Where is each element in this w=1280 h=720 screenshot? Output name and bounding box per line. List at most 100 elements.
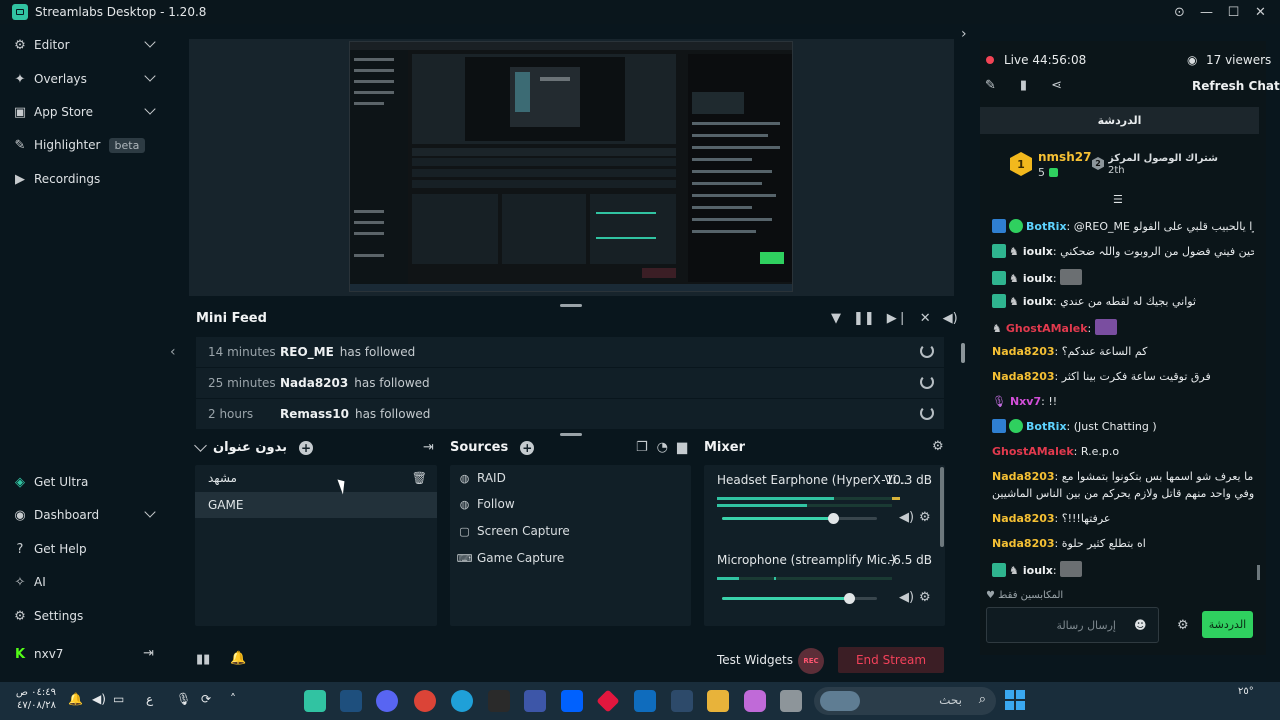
sidebar-item-overlays[interactable]: ✦ Overlays bbox=[0, 64, 170, 94]
taskbar-clock[interactable]: ٠٤:٤٩ ص ٤٧/٠٨/٢٨ bbox=[14, 686, 56, 712]
filter-icon[interactable]: ▼ bbox=[831, 311, 841, 326]
chat-username[interactable]: ioulx bbox=[1023, 295, 1053, 308]
speaker-icon[interactable]: ◀) bbox=[899, 590, 914, 605]
outlook-taskbar-icon[interactable] bbox=[634, 690, 656, 712]
sidebar-item-recordings[interactable]: ▶ Recordings bbox=[0, 164, 170, 194]
sidebar-item-highlighter[interactable]: ✎ Highlighter beta bbox=[0, 130, 170, 160]
tray-overflow-icon[interactable]: ˄ bbox=[230, 692, 236, 706]
sidebar-item-editor[interactable]: ⚙ Editor bbox=[0, 30, 170, 60]
mic-tray-icon[interactable]: 🎙 bbox=[176, 692, 191, 706]
chat-username[interactable]: ioulx bbox=[1023, 564, 1053, 577]
resize-handle[interactable] bbox=[560, 304, 582, 307]
edge-taskbar-icon[interactable] bbox=[451, 690, 473, 712]
sidebar-item-get-ultra[interactable]: ◈ Get Ultra bbox=[0, 467, 170, 497]
chat-scrollbar[interactable] bbox=[1257, 565, 1260, 580]
scene-item-selected[interactable]: GAME bbox=[195, 492, 437, 518]
logout-icon[interactable]: ⇥ bbox=[143, 646, 154, 661]
sidebar-item-get-help[interactable]: ? Get Help bbox=[0, 534, 170, 564]
add-source-icon[interactable]: + bbox=[520, 440, 535, 455]
volume-slider-knob[interactable] bbox=[844, 593, 855, 604]
help-icon[interactable]: ⊙ bbox=[1166, 0, 1193, 24]
dropbox-taskbar-icon[interactable] bbox=[561, 690, 583, 712]
windows-start-icon[interactable] bbox=[1005, 690, 1025, 710]
performance-icon[interactable]: ▮▮ bbox=[196, 652, 210, 667]
scene-collection-title[interactable]: بدون عنوان bbox=[213, 440, 287, 455]
chat-username[interactable]: Nada8203 bbox=[992, 470, 1055, 483]
chat-username[interactable]: Nada8203 bbox=[992, 345, 1055, 358]
minimize-icon[interactable]: — bbox=[1193, 0, 1220, 24]
sync-tray-icon[interactable]: ⟳ bbox=[201, 692, 211, 706]
chat-username[interactable]: ioulx bbox=[1023, 272, 1053, 285]
file-explorer-taskbar-icon[interactable] bbox=[707, 690, 729, 712]
add-scene-icon[interactable]: + bbox=[298, 440, 313, 455]
expand-leaderboard-icon[interactable]: ☰ bbox=[1113, 193, 1123, 206]
copilot-taskbar-icon[interactable] bbox=[744, 690, 766, 712]
mixer-settings-icon[interactable]: ⚙ bbox=[932, 439, 944, 454]
duplicate-icon[interactable]: ❐ bbox=[636, 440, 648, 455]
epic-games-taskbar-icon[interactable] bbox=[488, 690, 510, 712]
rec-button[interactable]: REC bbox=[798, 648, 824, 674]
language-indicator[interactable]: ع bbox=[146, 692, 153, 706]
collapse-scenes-icon[interactable]: ⇥ bbox=[423, 440, 434, 455]
notifications-icon[interactable]: 🔔 bbox=[230, 651, 246, 666]
end-stream-button[interactable]: End Stream bbox=[838, 647, 944, 673]
chat-username[interactable]: Nada8203 bbox=[992, 370, 1055, 383]
emoji-icon[interactable]: ☻ bbox=[1134, 618, 1147, 632]
trash-icon[interactable]: 🗑 bbox=[412, 471, 427, 485]
gear-icon[interactable]: ⚙ bbox=[919, 510, 931, 525]
close-icon[interactable]: ✕ bbox=[1247, 0, 1274, 24]
chat-send-button[interactable]: الدردشة bbox=[1202, 611, 1253, 638]
pause-icon[interactable]: ❚❚ bbox=[853, 311, 875, 326]
streamlabs-taskbar-icon[interactable] bbox=[304, 690, 326, 712]
repeat-alert-icon[interactable] bbox=[920, 406, 934, 420]
chat-username[interactable]: Nxv7 bbox=[1010, 395, 1041, 408]
mute-alerts-icon[interactable]: ✕ bbox=[920, 311, 931, 326]
gift-icon[interactable]: ▮ bbox=[1020, 78, 1027, 93]
taskbar-search[interactable]: بحث ⌕ bbox=[814, 687, 996, 715]
share-icon[interactable]: ⋖ bbox=[1051, 78, 1062, 93]
source-item[interactable]: ▢ Screen Capture bbox=[458, 519, 570, 543]
resize-handle[interactable] bbox=[560, 433, 582, 436]
volume-tray-icon[interactable]: ◀) bbox=[92, 692, 106, 706]
store-taskbar-icon[interactable] bbox=[671, 690, 693, 712]
sidebar-user[interactable]: K nxv7 ⇥ bbox=[0, 639, 170, 669]
repeat-alert-icon[interactable] bbox=[920, 344, 934, 358]
folder-add-icon[interactable]: ▆ bbox=[677, 440, 687, 455]
gear-icon[interactable]: ⚙ bbox=[919, 590, 931, 605]
stream-preview[interactable] bbox=[349, 41, 793, 292]
collapse-left-icon[interactable]: ‹ bbox=[170, 344, 176, 360]
audio-off-icon[interactable]: ◔ bbox=[657, 440, 668, 455]
expand-chat-icon[interactable]: › bbox=[961, 26, 967, 42]
speaker-icon[interactable]: ◀) bbox=[899, 510, 914, 525]
discord-taskbar-icon[interactable] bbox=[376, 690, 398, 712]
weather-widget[interactable]: ٢٥° bbox=[1238, 686, 1254, 697]
maximize-icon[interactable]: ☐ bbox=[1220, 0, 1247, 24]
source-item[interactable]: ◍ Follow bbox=[458, 492, 515, 516]
chat-username[interactable]: ioulx bbox=[1023, 245, 1053, 258]
task-view-taskbar-icon[interactable] bbox=[780, 690, 802, 712]
sidebar-item-dashboard[interactable]: ◉ Dashboard bbox=[0, 500, 170, 530]
refresh-chat-button[interactable]: Refresh Chat bbox=[1192, 79, 1280, 93]
chat-username[interactable]: Nada8203 bbox=[992, 537, 1055, 550]
chrome-taskbar-icon[interactable] bbox=[414, 690, 436, 712]
feed-scrollbar[interactable] bbox=[961, 343, 965, 363]
chat-username[interactable]: BotRix bbox=[1026, 420, 1067, 433]
chat-username[interactable]: GhostAMalek bbox=[992, 445, 1074, 458]
chat-username[interactable]: GhostAMalek bbox=[1006, 322, 1088, 335]
mixer-scrollbar[interactable] bbox=[940, 467, 944, 547]
test-widgets-button[interactable]: Test Widgets bbox=[717, 653, 793, 667]
app-taskbar-icon[interactable] bbox=[524, 690, 546, 712]
chevron-down-icon[interactable] bbox=[194, 439, 207, 452]
skip-icon[interactable]: ▶❘ bbox=[887, 311, 908, 326]
scene-item[interactable]: مشهد 🗑 bbox=[195, 465, 437, 491]
sidebar-item-settings[interactable]: ⚙ Settings bbox=[0, 601, 170, 631]
edit-icon[interactable]: ✎ bbox=[985, 78, 996, 93]
repeat-alert-icon[interactable] bbox=[920, 375, 934, 389]
network-tray-icon[interactable]: ▭ bbox=[113, 692, 124, 706]
steam-taskbar-icon[interactable] bbox=[340, 690, 362, 712]
volume-slider-knob[interactable] bbox=[828, 513, 839, 524]
source-item[interactable]: ◍ RAID bbox=[458, 466, 506, 490]
sidebar-item-ai[interactable]: ✧ AI bbox=[0, 567, 170, 597]
sidebar-item-app-store[interactable]: ▣ App Store bbox=[0, 97, 170, 127]
chat-settings-icon[interactable]: ⚙ bbox=[1177, 618, 1189, 633]
